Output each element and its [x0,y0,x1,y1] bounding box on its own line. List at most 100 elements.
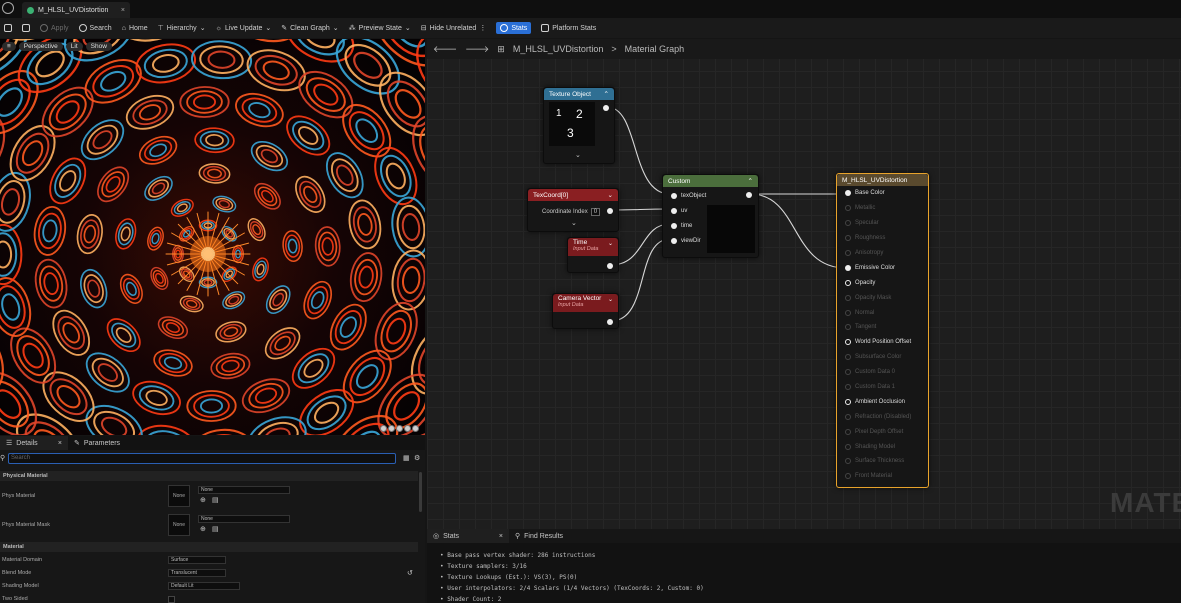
result-pin-row[interactable]: Opacity Mask [837,290,928,305]
time-output-pin[interactable] [607,263,613,269]
custom-input-viewdir[interactable]: viewDir [663,233,706,248]
time-node[interactable]: Time Input Data ⌄ [567,237,619,273]
details-scrollbar[interactable] [419,472,422,512]
input-pin[interactable] [845,458,851,465]
coordinate-index-field[interactable]: 0 [590,208,601,216]
input-pin[interactable] [845,294,851,301]
chevron-down-icon[interactable]: ⌄ [608,296,613,303]
input-pin[interactable] [671,207,677,214]
result-pin-row[interactable]: Subsurface Color [837,350,928,365]
input-pin[interactable] [845,398,851,405]
table-view-icon[interactable]: ▦ [403,454,410,462]
result-pin-row[interactable]: Ambient Occlusion [837,394,928,409]
two-sided-checkbox[interactable] [168,596,175,603]
result-pin-row[interactable]: Shading Model [837,439,928,454]
phys-material-thumbnail[interactable]: None [168,485,190,507]
custom-input-time[interactable]: time [663,218,706,233]
input-pin[interactable] [845,339,851,346]
details-tab[interactable]: ☰ Details × [0,436,68,450]
result-pin-row[interactable]: Roughness [837,231,928,246]
texcoord-node[interactable]: TexCoord[0] ⌄ Coordinate Index 0 ⌄ [527,188,619,232]
result-pin-row[interactable]: Pixel Depth Offset [837,424,928,439]
input-label: texObject [681,192,707,199]
close-tab-icon[interactable]: × [499,533,503,540]
result-pin-row[interactable]: Custom Data 1 [837,380,928,395]
camera-vector-output-pin[interactable] [607,319,613,325]
input-pin[interactable] [845,250,851,256]
material-domain-dropdown[interactable]: Surface [168,556,226,564]
custom-input-texobject[interactable]: texObject [663,188,706,203]
result-pin-row[interactable]: Front Material [837,469,928,484]
input-pin[interactable] [845,220,851,227]
find-results-tab[interactable]: ⚲ Find Results [509,529,569,543]
input-label: viewDir [681,237,701,244]
input-pin[interactable] [845,279,851,286]
texture-thumbnail: 1 2 3 [549,102,595,146]
navigate-icon[interactable]: ⊕ [200,525,206,533]
phys-material-mask-dropdown[interactable]: None [198,515,290,523]
result-pin-row[interactable]: World Position Offset [837,335,928,350]
result-pin-row[interactable]: Surface Thickness [837,454,928,469]
phys-material-dropdown[interactable]: None [198,486,290,494]
input-pin[interactable] [671,222,677,229]
result-pin-row[interactable]: Opacity [837,275,928,290]
input-pin[interactable] [845,324,851,331]
texture-output-pin[interactable] [603,105,609,111]
browse-folder-icon[interactable]: ▤ [212,525,219,533]
input-pin[interactable] [845,235,851,242]
parameters-tab[interactable]: ✎ Parameters [68,436,126,450]
phys-material-mask-thumbnail[interactable]: None [168,514,190,536]
input-pin[interactable] [845,443,851,450]
custom-node[interactable]: Custom ⌃ texObject uv time viewDir [662,174,759,258]
input-pin[interactable] [845,413,851,420]
navigate-icon[interactable]: ⊕ [200,496,206,504]
shading-model-dropdown[interactable]: Default Lit [168,582,240,590]
input-pin[interactable] [671,237,677,244]
details-search-input[interactable]: Search [8,453,396,464]
collapse-icon[interactable]: ⌃ [748,177,753,185]
input-pin[interactable] [845,309,851,316]
input-pin[interactable] [671,192,677,199]
custom-title: Custom ⌃ [663,175,758,187]
input-pin[interactable] [845,369,851,376]
expand-chevron-icon[interactable]: ⌄ [575,151,581,159]
result-pin-row[interactable]: Refraction (Disabled) [837,409,928,424]
stats-line: • Texture samplers: 3/16 [440,563,527,570]
browse-folder-icon[interactable]: ▤ [212,496,219,504]
stats-tab[interactable]: ◎ Stats × [427,529,509,543]
result-pin-row[interactable]: Metallic [837,201,928,216]
input-pin[interactable] [845,384,851,391]
result-pin-row[interactable]: Base Color [837,186,928,201]
chevron-down-icon[interactable]: ⌄ [608,240,613,247]
result-pin-row[interactable]: Custom Data 0 [837,365,928,380]
material-section[interactable]: Material [0,542,418,552]
result-title-text: M_HLSL_UVDistortion [842,176,908,184]
custom-output-pin[interactable] [746,192,752,198]
input-pin[interactable] [845,205,851,212]
chevron-down-icon[interactable]: ⌄ [608,191,613,199]
result-pin-row[interactable]: Emissive Color [837,260,928,275]
settings-gear-icon[interactable]: ⚙ [414,454,420,462]
result-pin-row[interactable]: Specular [837,216,928,231]
blend-mode-dropdown[interactable]: Translucent [168,569,226,577]
input-pin[interactable] [845,473,851,480]
input-pin[interactable] [845,190,851,197]
collapse-icon[interactable]: ⌃ [604,90,609,98]
camera-vector-node[interactable]: Camera Vector Input Data ⌄ [552,293,619,329]
input-pin[interactable] [845,264,851,271]
texture-digit-2: 2 [576,107,583,121]
texture-object-node[interactable]: Texture Object ⌃ 1 2 3 ⌄ [543,87,615,164]
result-pin-row[interactable]: Anisotropy [837,246,928,261]
result-pin-label: Specular [855,220,879,227]
reset-arrow-icon[interactable]: ↺ [407,569,413,577]
physical-material-section[interactable]: Physical Material [0,471,418,481]
material-result-node[interactable]: M_HLSL_UVDistortion Base Color Metallic Sp… [836,173,929,488]
close-tab-icon[interactable]: × [58,440,62,447]
custom-input-uv[interactable]: uv [663,203,706,218]
result-pin-row[interactable]: Tangent [837,320,928,335]
input-pin[interactable] [845,354,851,361]
expand-chevron-icon[interactable]: ⌄ [571,219,577,227]
input-pin[interactable] [845,428,851,435]
result-pin-row[interactable]: Normal [837,305,928,320]
texcoord-output-pin[interactable] [607,208,613,214]
